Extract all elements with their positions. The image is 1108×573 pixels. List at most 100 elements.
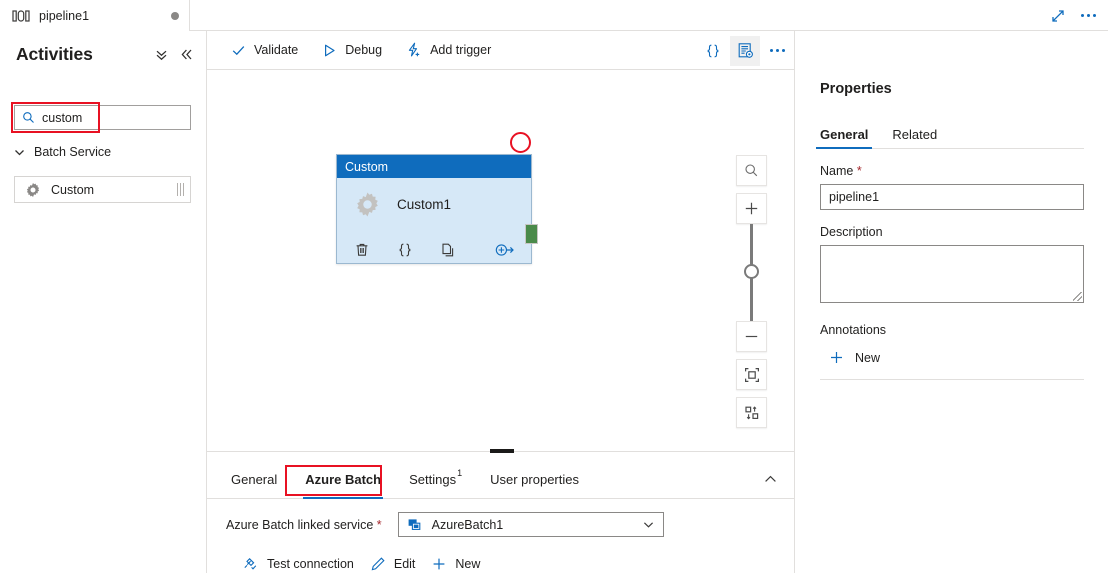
fit-screen-icon bbox=[744, 367, 760, 383]
pipeline-tab[interactable]: pipeline1 bbox=[0, 0, 190, 31]
new-annotation-button[interactable]: New bbox=[825, 347, 884, 368]
test-connection-label: Test connection bbox=[267, 557, 354, 571]
properties-tab-related-label: Related bbox=[892, 126, 938, 142]
validate-button[interactable]: Validate bbox=[221, 35, 308, 65]
properties-pane: Properties General Related Name * pipeli… bbox=[794, 31, 1108, 573]
name-input[interactable]: pipeline1 bbox=[820, 184, 1084, 210]
clone-activity-button[interactable] bbox=[440, 242, 456, 258]
chevron-down-icon bbox=[14, 147, 25, 158]
activity-node-main: Custom1 bbox=[337, 178, 531, 218]
linked-service-actions: Test connection Edit New bbox=[207, 552, 794, 573]
gear-icon bbox=[25, 182, 41, 198]
red-circle-annotation bbox=[510, 132, 531, 153]
auto-align-button[interactable] bbox=[736, 397, 767, 428]
annotations-label: Annotations bbox=[820, 323, 887, 337]
name-label: Name * bbox=[820, 164, 862, 178]
command-bar: Validate Debug Add trigger bbox=[207, 31, 794, 70]
gear-icon bbox=[354, 191, 381, 218]
activity-item-custom[interactable]: Custom bbox=[14, 176, 191, 203]
test-connection-button[interactable]: Test connection bbox=[235, 552, 362, 573]
edit-linked-service-button[interactable]: Edit bbox=[362, 552, 424, 573]
ellipsis-icon[interactable] bbox=[1074, 3, 1102, 29]
linked-service-label: Azure Batch linked service * bbox=[226, 517, 382, 532]
drag-grip-icon[interactable] bbox=[177, 183, 184, 196]
view-code-button[interactable] bbox=[397, 242, 413, 258]
validate-label: Validate bbox=[254, 43, 299, 57]
tab-user-properties[interactable]: User properties bbox=[488, 460, 581, 499]
command-bar-right bbox=[698, 31, 794, 70]
tab-settings[interactable]: Settings 1 bbox=[407, 460, 464, 499]
new-linked-service-button[interactable]: New bbox=[423, 552, 488, 573]
description-textarea[interactable] bbox=[820, 245, 1084, 303]
tab-general-label: General bbox=[231, 471, 278, 487]
activity-node-header-label: Custom bbox=[345, 159, 389, 174]
search-input[interactable]: custom bbox=[14, 105, 191, 130]
zoom-controls bbox=[736, 155, 767, 428]
properties-divider bbox=[820, 379, 1084, 380]
tab-azure-batch-label: Azure Batch bbox=[305, 471, 382, 487]
tab-settings-label: Settings bbox=[409, 471, 457, 487]
activity-node-header: Custom bbox=[337, 155, 531, 178]
activities-search-wrap: custom bbox=[11, 102, 191, 133]
zoom-out-button[interactable] bbox=[736, 321, 767, 352]
code-view-button[interactable] bbox=[698, 36, 728, 66]
activity-properties-panel: General Azure Batch Settings 1 User prope… bbox=[207, 449, 794, 573]
properties-tab-related[interactable]: Related bbox=[892, 120, 937, 148]
activity-group-batch-service[interactable]: Batch Service bbox=[14, 142, 194, 162]
zoom-search-button[interactable] bbox=[736, 155, 767, 186]
activities-pane: Activities custom Batch Service Custom bbox=[0, 31, 207, 573]
play-triangle-icon bbox=[322, 43, 337, 58]
search-icon bbox=[22, 111, 35, 124]
resize-grip-icon[interactable] bbox=[1073, 292, 1082, 301]
activity-item-label: Custom bbox=[51, 182, 95, 197]
properties-button[interactable] bbox=[730, 35, 760, 66]
plus-icon bbox=[431, 556, 447, 572]
top-tab-strip: pipeline1 bbox=[0, 0, 1108, 31]
activity-node-custom1[interactable]: Custom Custom1 bbox=[336, 154, 538, 264]
fit-to-screen-button[interactable] bbox=[736, 359, 767, 390]
plus-icon bbox=[829, 350, 844, 365]
output-connector[interactable] bbox=[525, 224, 538, 244]
debug-button[interactable]: Debug bbox=[312, 35, 392, 65]
new-label: New bbox=[455, 557, 481, 571]
tab-azure-batch[interactable]: Azure Batch bbox=[303, 460, 383, 499]
double-chevron-down-icon[interactable] bbox=[155, 48, 168, 61]
activity-group-label: Batch Service bbox=[34, 145, 112, 159]
debug-label: Debug bbox=[345, 43, 383, 57]
activity-node-name: Custom1 bbox=[397, 197, 452, 212]
add-output-button[interactable] bbox=[495, 242, 515, 258]
delete-activity-button[interactable] bbox=[354, 242, 370, 258]
checkmark-icon bbox=[231, 43, 246, 58]
add-trigger-button[interactable]: Add trigger bbox=[396, 35, 501, 65]
unsaved-dot bbox=[171, 11, 179, 20]
panel-drag-handle[interactable] bbox=[490, 449, 514, 453]
chevron-up-icon[interactable] bbox=[763, 472, 778, 487]
trash-icon bbox=[354, 242, 370, 258]
lightning-plus-icon bbox=[406, 42, 422, 58]
tab-general[interactable]: General bbox=[229, 460, 279, 499]
add-arrow-icon bbox=[495, 242, 515, 258]
pipeline-canvas[interactable]: Custom Custom1 bbox=[207, 70, 794, 451]
app-root: pipeline1 Activities custom Batch Servic… bbox=[0, 0, 1108, 573]
activities-header: Activities bbox=[0, 39, 207, 69]
auto-align-icon bbox=[744, 405, 760, 421]
double-chevron-left-icon[interactable] bbox=[180, 48, 193, 61]
document-gear-icon bbox=[737, 42, 754, 59]
linked-service-value: AzureBatch1 bbox=[431, 517, 504, 532]
zoom-slider-handle[interactable] bbox=[744, 264, 759, 279]
more-button[interactable] bbox=[762, 36, 792, 66]
name-input-value: pipeline1 bbox=[829, 190, 880, 204]
expand-diagonal-icon[interactable] bbox=[1044, 3, 1072, 29]
test-connection-icon bbox=[243, 556, 259, 572]
magnifier-icon bbox=[744, 163, 759, 178]
activity-properties-tabs: General Azure Batch Settings 1 User prope… bbox=[207, 460, 794, 499]
tab-user-properties-label: User properties bbox=[490, 471, 579, 487]
activities-header-actions bbox=[155, 48, 193, 61]
copy-icon bbox=[440, 242, 456, 258]
zoom-slider[interactable] bbox=[736, 224, 767, 321]
plus-icon bbox=[744, 201, 759, 216]
linked-service-icon bbox=[407, 517, 422, 532]
linked-service-dropdown[interactable]: AzureBatch1 bbox=[397, 512, 664, 537]
properties-tab-general[interactable]: General bbox=[815, 120, 873, 149]
zoom-in-button[interactable] bbox=[736, 193, 767, 224]
